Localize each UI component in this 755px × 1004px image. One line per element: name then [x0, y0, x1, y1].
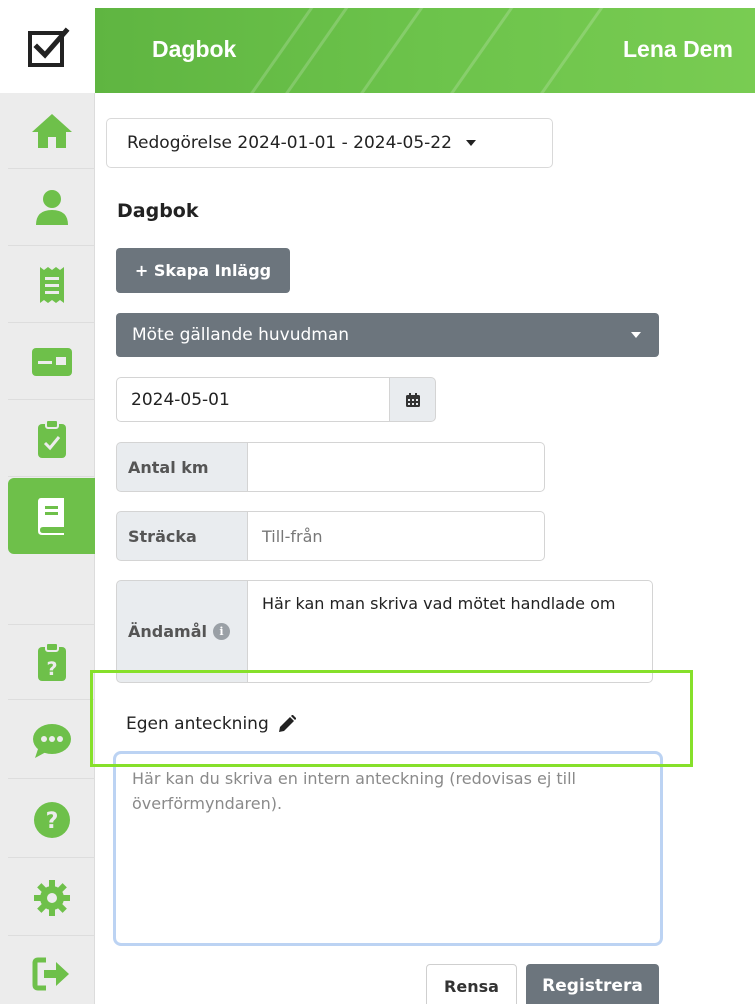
app: ? ? Dagbok Lena Dem Redogörelse 2024-01-…	[0, 0, 755, 1004]
purpose-input[interactable]: Här kan man skriva vad mötet handlade om	[248, 580, 653, 683]
section-title: Dagbok	[117, 200, 199, 222]
header-bar: Dagbok Lena Dem	[95, 8, 755, 93]
calendar-button[interactable]	[389, 377, 436, 422]
clipboard-question-icon: ?	[37, 642, 66, 681]
register-button[interactable]: Registrera	[526, 964, 659, 1004]
sidebar-item-tasks[interactable]	[8, 401, 95, 477]
purpose-label: Ändamål	[128, 622, 207, 641]
route-placeholder: Till-från	[262, 526, 323, 546]
caret-down-icon	[465, 140, 476, 146]
sidebar-item-profile[interactable]	[8, 170, 95, 246]
sidebar-item-accounts[interactable]	[8, 324, 95, 400]
date-input[interactable]: 2024-05-01	[116, 377, 390, 422]
home-icon	[31, 113, 72, 148]
sidebar-item-home[interactable]	[8, 93, 95, 169]
date-value: 2024-05-01	[131, 389, 230, 410]
sidebar-item-diary[interactable]	[8, 478, 95, 554]
header-decoration	[235, 8, 318, 93]
km-input[interactable]	[248, 442, 545, 492]
period-dropdown-label: Redogörelse 2024-01-01 - 2024-05-22	[127, 133, 452, 153]
book-icon	[37, 498, 64, 535]
own-note-label: Egen anteckning	[126, 714, 269, 734]
header-decoration	[525, 8, 608, 93]
checkbox-logo-icon	[27, 26, 70, 67]
logout-icon	[32, 957, 69, 990]
chat-icon	[32, 723, 71, 758]
sidebar-item-questions[interactable]: ?	[8, 624, 95, 700]
info-icon[interactable]: i	[212, 623, 230, 640]
gear-icon	[33, 879, 70, 916]
create-entry-button[interactable]: + Skapa Inlägg	[116, 248, 290, 293]
page-title: Dagbok	[152, 36, 237, 62]
header-decoration	[345, 8, 428, 93]
header-decoration	[435, 8, 518, 93]
help-icon: ?	[33, 801, 70, 838]
sidebar: ? ?	[0, 0, 95, 1004]
calendar-icon	[405, 392, 420, 407]
sidebar-item-logout[interactable]	[8, 936, 95, 1004]
pencil-icon[interactable]	[278, 715, 296, 733]
receipt-icon	[39, 266, 64, 303]
own-note-textarea[interactable]	[113, 751, 663, 946]
sidebar-item-help[interactable]: ?	[8, 782, 95, 858]
entry-type-label: Möte gällande huvudman	[132, 325, 350, 345]
km-label: Antal km	[116, 442, 248, 492]
svg-text:?: ?	[45, 809, 58, 834]
card-icon	[31, 347, 72, 376]
entry-type-dropdown[interactable]: Möte gällande huvudman	[116, 313, 659, 357]
user-icon	[35, 189, 68, 225]
logo[interactable]	[0, 0, 95, 93]
sidebar-item-receipts[interactable]	[8, 247, 95, 323]
period-dropdown[interactable]: Redogörelse 2024-01-01 - 2024-05-22	[106, 118, 553, 168]
own-note-heading: Egen anteckning	[126, 714, 296, 734]
user-name[interactable]: Lena Dem	[623, 36, 733, 63]
purpose-label-box: Ändamål i	[116, 580, 248, 683]
caret-down-icon	[631, 332, 641, 338]
route-input[interactable]: Till-från	[248, 511, 545, 561]
sidebar-item-settings[interactable]	[8, 860, 95, 936]
clear-button[interactable]: Rensa	[426, 964, 517, 1004]
route-label: Sträcka	[116, 511, 248, 561]
clipboard-check-icon	[37, 418, 66, 458]
sidebar-item-messages[interactable]	[8, 703, 95, 779]
svg-text:?: ?	[46, 658, 57, 680]
